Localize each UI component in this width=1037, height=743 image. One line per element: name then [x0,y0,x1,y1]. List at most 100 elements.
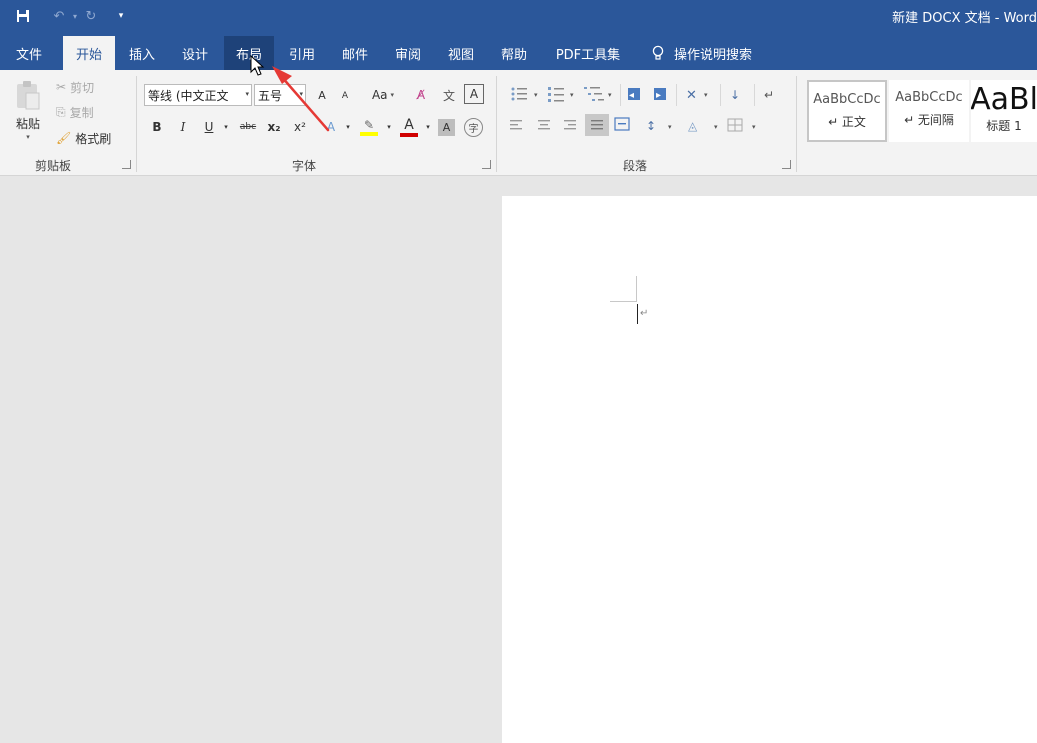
tab-review[interactable]: 审阅 [384,36,432,70]
show-marks-icon: ↵ [764,88,774,102]
lightbulb-icon [652,45,664,60]
svg-text:▾: ▾ [704,91,708,99]
phonetic-guide-icon[interactable]: 文 [438,84,460,106]
character-shading-button[interactable]: A [438,119,455,136]
tab-insert[interactable]: 插入 [118,36,166,70]
align-center-icon [538,120,550,130]
chinese-layout-icon: ✕ [686,88,697,103]
copy-icon: ⎘ [56,104,66,119]
font-name-combo[interactable]: 等线 (中文正文 ▾ [144,84,252,106]
font-color-dropdown-icon[interactable]: ▾ [422,116,434,138]
undo-dropdown-icon[interactable]: ▾ [70,12,80,21]
bullets-icon [511,87,527,101]
svg-text:▾: ▾ [534,91,538,99]
tab-pdf-tools[interactable]: PDF工具集 [544,36,632,70]
paste-button[interactable]: 粘贴 [10,115,46,131]
tell-me-search[interactable]: 操作说明搜索 [652,36,752,70]
clipboard-group-label: 剪贴板 [35,159,72,173]
tab-file[interactable]: 文件 [0,36,58,70]
change-case-label: Aa [371,88,388,102]
font-color-button[interactable]: A [398,114,420,140]
redo-icon[interactable]: ↻ [80,5,102,27]
style-name: 标题 1 [986,119,1022,133]
font-size-combo[interactable]: 五号 ▾ [254,84,306,106]
style-sample: AaBl [971,82,1037,117]
svg-text:▾: ▾ [668,123,672,131]
paragraph-launcher-icon[interactable] [782,160,791,169]
shading-icon: ◬ [688,119,698,133]
change-case-button[interactable]: Aa ▾ [366,84,400,106]
document-page[interactable]: ↵ [502,196,1037,743]
tab-design[interactable]: 设计 [171,36,219,70]
copy-label: 复制 [69,105,94,120]
paste-icon[interactable] [10,78,46,112]
paintbrush-icon: 🖌 [56,131,72,145]
customize-qat-icon[interactable]: ▾ [110,5,132,27]
highlighter-icon: ✎ [363,118,375,132]
clipboard-launcher-icon[interactable] [122,160,131,169]
crop-mark [636,276,637,302]
borders-icon [727,118,743,132]
line-spacing-icon: ↕ [646,119,656,133]
underline-dropdown-icon[interactable]: ▾ [220,116,232,138]
tab-home[interactable]: 开始 [63,36,115,70]
format-painter-button[interactable]: 🖌 格式刷 [56,129,111,147]
paste-dropdown-icon[interactable]: ▾ [18,132,38,142]
document-title: 新建 DOCX 文档 - Word [892,11,1037,26]
scissors-icon: ✂ [56,80,67,94]
undo-icon[interactable]: ↶ [48,5,70,27]
character-border-icon[interactable]: A [464,84,484,104]
tab-layout[interactable]: 布局 [224,36,274,70]
text-effects-dropdown-icon[interactable]: ▾ [342,116,354,138]
svg-text:▾: ▾ [752,123,756,131]
tab-view[interactable]: 视图 [437,36,485,70]
strikethrough-button[interactable]: abc [236,116,260,138]
cut-button[interactable]: ✂ 剪切 [56,78,94,96]
font-color-label: A [404,117,414,133]
paragraph-mark: ↵ [640,308,649,319]
style-normal[interactable]: AaBbCcDc ↵ 正文 [807,80,887,142]
distributed-icon [614,117,630,131]
ribbon-tab-bar: 文件 开始 插入 设计 布局 引用 邮件 审阅 视图 帮助 PDF工具集 操作说… [0,32,1037,70]
svg-text:▾: ▾ [570,91,574,99]
style-no-spacing[interactable]: AaBbCcDc ↵ 无间隔 [889,80,969,142]
superscript-button[interactable]: x² [290,116,310,138]
highlight-color-bar [360,132,378,136]
svg-text:◂: ◂ [629,90,634,101]
svg-text:▾: ▾ [608,91,612,99]
tab-help[interactable]: 帮助 [490,36,538,70]
text-effects-icon[interactable]: A [320,116,342,138]
svg-text:▸: ▸ [656,90,661,101]
clear-formatting-icon[interactable]: A̸ [410,84,432,106]
style-heading-1[interactable]: AaBl 标题 1 [971,80,1037,142]
chevron-down-icon: ▾ [299,90,303,98]
chevron-down-icon: ▾ [245,90,249,98]
font-size-value: 五号 [258,88,283,103]
ribbon: 粘贴 ▾ ✂ 剪切 ⎘ 复制 🖌 格式刷 剪贴板 等线 (中文正文 ▾ 五号 ▾… [0,70,1037,176]
italic-button[interactable]: I [174,116,192,138]
style-sample: AaBbCcDc [813,92,881,107]
style-name: ↵ 无间隔 [904,113,954,127]
document-workspace: ↵ [0,177,1037,743]
numbering-icon [548,87,564,102]
enclose-characters-icon[interactable]: 字 [464,118,483,137]
title-bar: ↶ ▾ ↻ ▾ 新建 DOCX 文档 - Word [0,0,1037,32]
subscript-button[interactable]: x₂ [264,116,284,138]
font-launcher-icon[interactable] [482,160,491,169]
sort-icon: ↓ [730,88,740,102]
group-divider [136,76,137,172]
bold-button[interactable]: B [148,116,166,138]
shrink-font-button[interactable]: A [336,86,354,106]
tab-mailings[interactable]: 邮件 [331,36,379,70]
highlight-color-button[interactable]: ✎ [358,114,380,140]
format-painter-label: 格式刷 [75,131,112,146]
font-name-value: 等线 (中文正文 [148,88,229,103]
tab-references[interactable]: 引用 [278,36,326,70]
save-icon[interactable] [12,5,34,27]
underline-button[interactable]: U [200,116,218,138]
copy-button[interactable]: ⎘ 复制 [56,103,94,121]
style-name: ↵ 正文 [828,115,866,129]
highlight-dropdown-icon[interactable]: ▾ [383,116,395,138]
grow-font-button[interactable]: A [312,84,332,106]
tell-me-label: 操作说明搜索 [674,47,753,63]
